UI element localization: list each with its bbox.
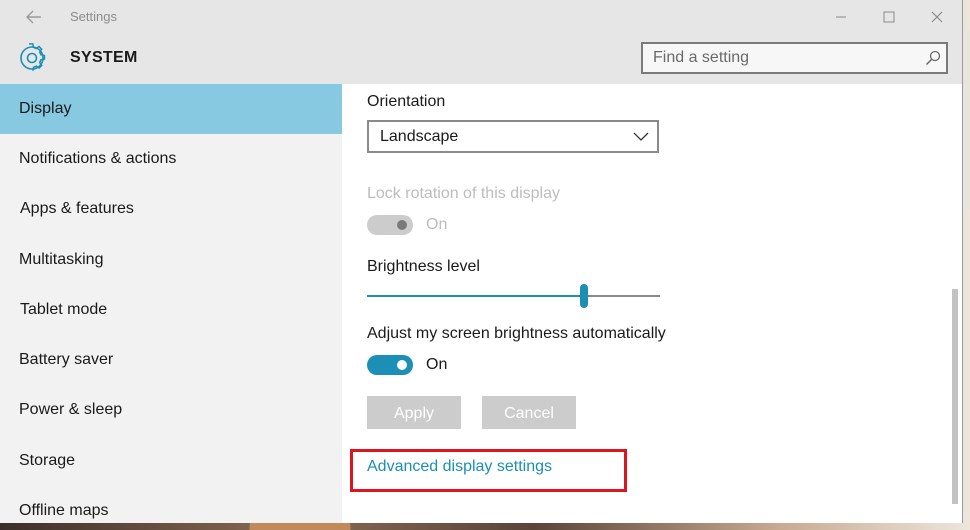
orientation-dropdown[interactable]: Landscape [367, 120, 659, 153]
highlight-annotation [350, 449, 627, 492]
sidebar-item-offline-maps[interactable]: Offline maps [0, 486, 342, 523]
title-bar: Settings SYSTEM [0, 0, 962, 84]
sidebar: Display Notifications & actions Apps & f… [0, 84, 342, 523]
back-arrow-icon [26, 10, 41, 24]
sidebar-item-power-sleep[interactable]: Power & sleep [0, 385, 342, 435]
sidebar-item-multitasking[interactable]: Multitasking [0, 235, 342, 285]
scrollbar-thumb[interactable] [952, 289, 958, 504]
lock-rotation-toggle[interactable] [367, 215, 413, 235]
lock-rotation-state: On [426, 216, 448, 233]
apply-button[interactable]: Apply [367, 396, 461, 429]
search-input[interactable] [643, 44, 923, 72]
maximize-icon [883, 11, 895, 23]
orientation-label: Orientation [367, 93, 446, 110]
lock-rotation-label: Lock rotation of this display [367, 185, 560, 202]
sidebar-item-display[interactable]: Display [0, 84, 342, 134]
orientation-value: Landscape [380, 128, 459, 145]
brightness-slider-thumb[interactable] [580, 284, 588, 308]
toggle-knob [397, 220, 407, 230]
chevron-down-icon [633, 132, 649, 141]
sidebar-item-battery-saver[interactable]: Battery saver [0, 335, 342, 385]
toggle-knob [397, 360, 407, 370]
brightness-label: Brightness level [367, 258, 480, 275]
search-icon[interactable] [925, 50, 941, 66]
search-box[interactable] [641, 42, 948, 74]
window-title: Settings [70, 9, 117, 24]
auto-brightness-state: On [426, 356, 448, 373]
close-icon [931, 11, 943, 23]
sidebar-item-storage[interactable]: Storage [0, 436, 342, 486]
sidebar-item-apps-features[interactable]: Apps & features [0, 184, 342, 234]
section-title: SYSTEM [70, 49, 138, 66]
sidebar-item-notifications[interactable]: Notifications & actions [0, 134, 342, 184]
vertical-scrollbar[interactable] [950, 84, 962, 523]
minimize-icon [836, 16, 846, 18]
back-button[interactable] [18, 6, 50, 28]
minimize-button[interactable] [825, 6, 857, 28]
maximize-button[interactable] [873, 6, 905, 28]
brightness-slider-rest [584, 295, 660, 297]
cancel-button[interactable]: Cancel [482, 396, 576, 429]
settings-window: Settings SYSTEM Find a setting Display N… [0, 0, 963, 523]
auto-brightness-label: Adjust my screen brightness automaticall… [367, 325, 666, 342]
brightness-slider[interactable] [367, 295, 660, 297]
close-button[interactable] [921, 6, 953, 28]
gear-icon [20, 43, 46, 71]
brightness-slider-fill [367, 295, 584, 297]
sidebar-item-tablet-mode[interactable]: Tablet mode [0, 285, 342, 335]
auto-brightness-toggle[interactable] [367, 355, 413, 375]
